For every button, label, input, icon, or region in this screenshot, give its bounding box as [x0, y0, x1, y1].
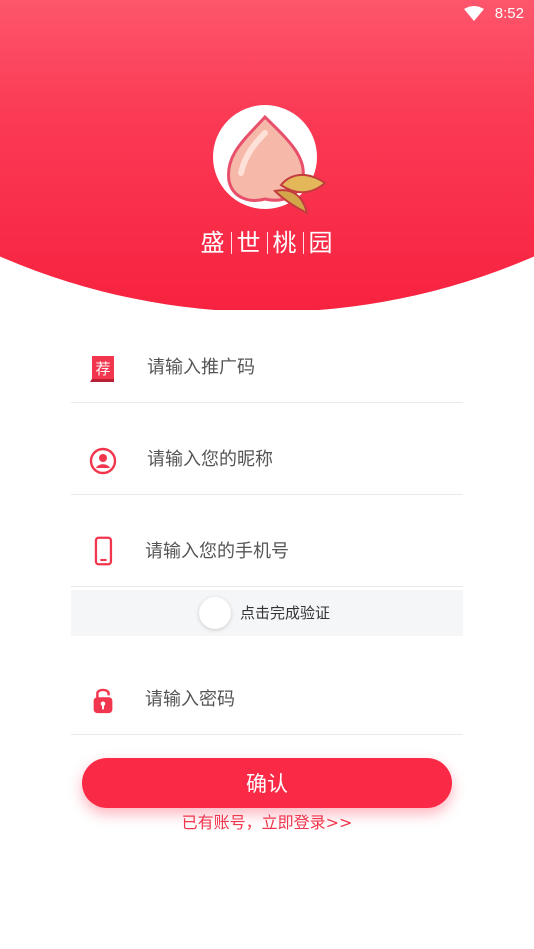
- password-field: [143, 664, 447, 734]
- referral-row: 荐: [71, 332, 463, 403]
- verify-slider-handle[interactable]: [199, 597, 231, 629]
- phone-input[interactable]: [143, 539, 447, 563]
- status-bar: 8:52: [0, 0, 534, 28]
- password-input[interactable]: [143, 687, 447, 711]
- brand-char: 桃: [272, 229, 298, 257]
- referral-field: [145, 332, 449, 402]
- wifi-icon: [464, 6, 484, 21]
- brand-title: 盛世桃园: [0, 223, 534, 258]
- phone-field: [143, 516, 447, 586]
- lock-icon: [93, 688, 113, 714]
- nickname-field: [145, 424, 449, 494]
- password-row: [71, 664, 463, 735]
- brand-char: 世: [236, 229, 262, 257]
- recommend-icon: 荐: [90, 356, 114, 382]
- phone-row: [71, 516, 463, 587]
- header: 8:52 盛世桃园: [0, 0, 534, 310]
- login-link[interactable]: 已有账号，立即登录>>: [0, 809, 534, 833]
- phone-icon: [94, 536, 113, 566]
- status-time: 8:52: [494, 5, 524, 22]
- verify-label: 点击完成验证: [240, 604, 331, 622]
- nickname-input[interactable]: [145, 447, 449, 471]
- confirm-button[interactable]: 确认: [82, 758, 452, 808]
- nickname-row: [71, 424, 463, 495]
- peach-logo-icon: [213, 105, 327, 215]
- brand-char: 园: [308, 229, 334, 257]
- brand-char: 盛: [200, 229, 226, 257]
- user-icon: [89, 447, 117, 475]
- slide-verification[interactable]: 点击完成验证: [71, 590, 463, 636]
- svg-text:荐: 荐: [95, 360, 110, 378]
- referral-input[interactable]: [145, 355, 449, 379]
